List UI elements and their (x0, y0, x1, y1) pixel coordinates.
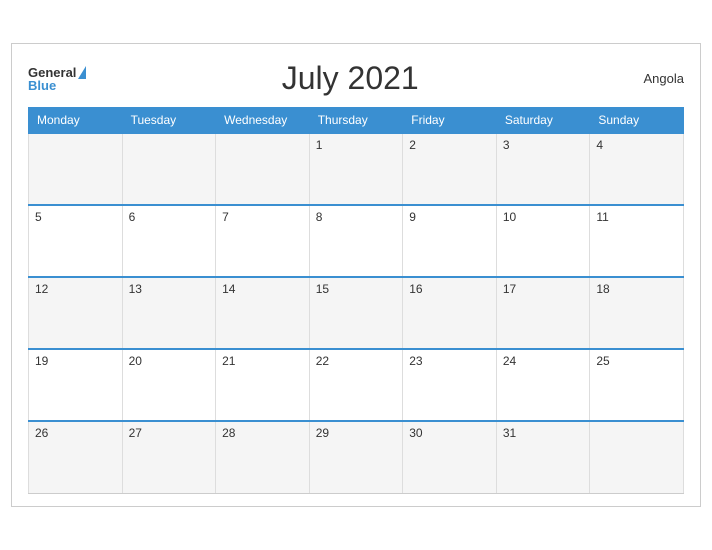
day-cell-20: 20 (122, 349, 216, 421)
day-number: 26 (35, 426, 116, 440)
day-number: 18 (596, 282, 677, 296)
day-cell-8: 8 (309, 205, 403, 277)
day-number: 16 (409, 282, 490, 296)
calendar-header: General Blue July 2021 Angola (28, 60, 684, 97)
day-number: 6 (129, 210, 210, 224)
day-cell-21: 21 (216, 349, 310, 421)
day-number: 20 (129, 354, 210, 368)
day-cell-4: 4 (590, 133, 684, 205)
day-number: 15 (316, 282, 397, 296)
day-cell-16: 16 (403, 277, 497, 349)
day-number: 28 (222, 426, 303, 440)
day-cell-15: 15 (309, 277, 403, 349)
day-cell-23: 23 (403, 349, 497, 421)
weekday-header-thursday: Thursday (309, 108, 403, 134)
day-number: 29 (316, 426, 397, 440)
calendar-grid: MondayTuesdayWednesdayThursdayFridaySatu… (28, 107, 684, 494)
day-number: 19 (35, 354, 116, 368)
day-number: 27 (129, 426, 210, 440)
day-number: 24 (503, 354, 584, 368)
day-cell-5: 5 (29, 205, 123, 277)
logo-text: General Blue (28, 66, 86, 92)
day-number: 7 (222, 210, 303, 224)
weekday-header-friday: Friday (403, 108, 497, 134)
day-cell-27: 27 (122, 421, 216, 493)
day-cell-28: 28 (216, 421, 310, 493)
week-row-2: 56789 10 11 (29, 205, 684, 277)
logo-blue-text: Blue (28, 79, 56, 92)
weekday-header-row: MondayTuesdayWednesdayThursdayFridaySatu… (29, 108, 684, 134)
logo-general-text: General (28, 66, 76, 79)
day-number: 13 (129, 282, 210, 296)
day-cell-2: 2 (403, 133, 497, 205)
weekday-header-wednesday: Wednesday (216, 108, 310, 134)
day-cell-11: 11 (590, 205, 684, 277)
day-cell-7: 7 (216, 205, 310, 277)
day-cell-29: 29 (309, 421, 403, 493)
logo: General Blue (28, 66, 86, 92)
day-number: 4 (596, 138, 677, 152)
day-number: 30 (409, 426, 490, 440)
empty-day-cell (590, 421, 684, 493)
empty-day-cell (122, 133, 216, 205)
week-row-5: 26 27 28 29 30 31 (29, 421, 684, 493)
day-cell-17: 17 (496, 277, 590, 349)
day-cell-13: 13 (122, 277, 216, 349)
day-number: 2 (409, 138, 490, 152)
day-number: 23 (409, 354, 490, 368)
day-number: 14 (222, 282, 303, 296)
day-cell-14: 14 (216, 277, 310, 349)
day-number: 12 (35, 282, 116, 296)
weekday-header-saturday: Saturday (496, 108, 590, 134)
week-row-4: 19 20 21 22 23 24 25 (29, 349, 684, 421)
day-cell-18: 18 (590, 277, 684, 349)
day-cell-26: 26 (29, 421, 123, 493)
day-cell-9: 9 (403, 205, 497, 277)
day-cell-24: 24 (496, 349, 590, 421)
day-cell-19: 19 (29, 349, 123, 421)
day-number: 22 (316, 354, 397, 368)
calendar-title: July 2021 (86, 60, 614, 97)
day-cell-1: 1 (309, 133, 403, 205)
day-cell-31: 31 (496, 421, 590, 493)
day-number: 5 (35, 210, 116, 224)
day-cell-25: 25 (590, 349, 684, 421)
day-cell-3: 3 (496, 133, 590, 205)
day-number: 31 (503, 426, 584, 440)
day-number: 17 (503, 282, 584, 296)
week-row-3: 12 13 14 15 16 17 18 (29, 277, 684, 349)
week-row-1: 1234 (29, 133, 684, 205)
day-number: 8 (316, 210, 397, 224)
day-cell-30: 30 (403, 421, 497, 493)
day-number: 1 (316, 138, 397, 152)
logo-triangle-icon (78, 66, 86, 79)
day-cell-6: 6 (122, 205, 216, 277)
day-cell-22: 22 (309, 349, 403, 421)
day-cell-10: 10 (496, 205, 590, 277)
empty-day-cell (29, 133, 123, 205)
weekday-header-tuesday: Tuesday (122, 108, 216, 134)
day-number: 11 (596, 210, 677, 224)
day-number: 25 (596, 354, 677, 368)
day-number: 9 (409, 210, 490, 224)
empty-day-cell (216, 133, 310, 205)
country-label: Angola (614, 71, 684, 86)
weekday-header-sunday: Sunday (590, 108, 684, 134)
day-cell-12: 12 (29, 277, 123, 349)
day-number: 10 (503, 210, 584, 224)
weekday-header-monday: Monday (29, 108, 123, 134)
calendar-wrapper: General Blue July 2021 Angola MondayTues… (11, 43, 701, 507)
day-number: 3 (503, 138, 584, 152)
day-number: 21 (222, 354, 303, 368)
